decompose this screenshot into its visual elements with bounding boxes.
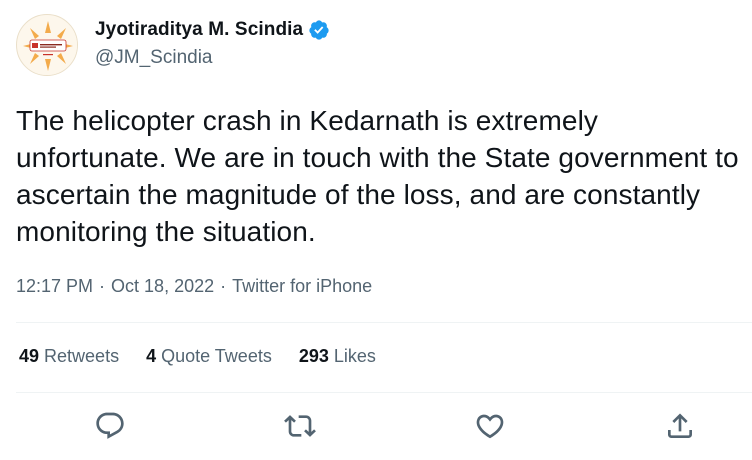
retweet-button[interactable] <box>284 410 316 442</box>
meta-separator: · <box>99 276 106 296</box>
like-icon <box>476 414 504 439</box>
likes-label: Likes <box>333 346 376 366</box>
avatar[interactable] <box>16 14 78 76</box>
meta-separator: · <box>220 276 227 296</box>
like-button[interactable] <box>474 410 506 442</box>
share-icon <box>668 413 692 438</box>
tweet-date[interactable]: Oct 18, 2022 <box>111 276 214 297</box>
likes-count: 293 <box>298 346 329 366</box>
retweets-label: Retweets <box>44 346 120 366</box>
retweets-count: 49 <box>19 346 40 366</box>
quote-tweets-count: 4 <box>146 346 157 366</box>
divider <box>16 322 752 323</box>
quote-tweets-stat[interactable]: 4 Quote Tweets <box>146 346 272 367</box>
tweet-time[interactable]: 12:17 PM <box>16 276 93 297</box>
handle[interactable]: @JM_Scindia <box>95 47 330 69</box>
tweet-header: Jyotiraditya M. Scindia @JM_Scindia <box>16 14 736 76</box>
reply-button[interactable] <box>94 410 126 442</box>
tweet-source[interactable]: Twitter for iPhone <box>232 276 372 297</box>
tweet-actions <box>0 404 752 448</box>
share-button[interactable] <box>664 410 696 442</box>
display-name[interactable]: Jyotiraditya M. Scindia <box>95 19 303 41</box>
likes-stat[interactable]: 293 Likes <box>299 346 376 367</box>
reply-icon <box>96 412 124 439</box>
retweet-icon <box>284 415 316 437</box>
retweets-stat[interactable]: 49 Retweets <box>19 346 119 367</box>
quote-tweets-label: Quote Tweets <box>161 346 272 366</box>
avatar-logo-icon <box>18 16 77 75</box>
tweet-stats: 49 Retweets 4 Quote Tweets 293 Likes <box>19 346 403 367</box>
divider <box>16 392 752 393</box>
tweet-meta: 12:17 PM · Oct 18, 2022 · Twitter for iP… <box>16 276 372 297</box>
tweet-text: The helicopter crash in Kedarnath is ext… <box>16 105 739 247</box>
verified-badge-icon <box>308 19 330 41</box>
